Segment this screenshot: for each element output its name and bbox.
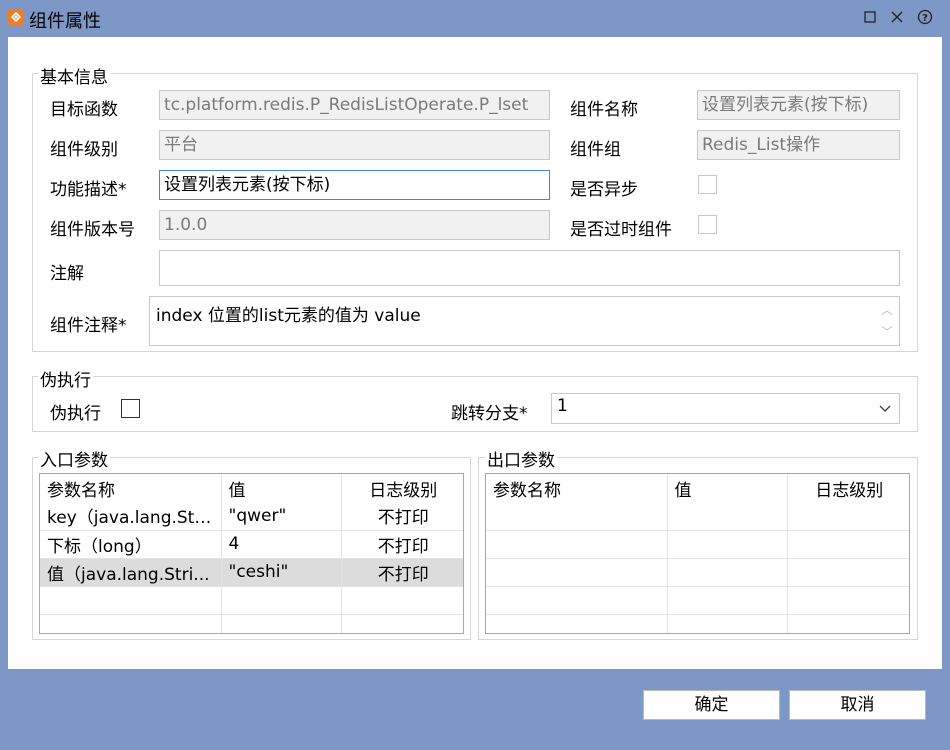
scroll-down-icon[interactable]: ﹀ xyxy=(881,323,893,340)
help-icon[interactable]: ? xyxy=(914,6,936,28)
ok-button[interactable]: 确定 xyxy=(643,690,780,720)
func-desc-label: 功能描述* xyxy=(50,180,127,200)
param-value-cell[interactable]: 4 xyxy=(221,530,342,559)
empty-row xyxy=(486,614,909,633)
empty-row xyxy=(486,586,909,615)
close-icon[interactable] xyxy=(886,6,908,28)
empty-row xyxy=(40,586,463,615)
empty-row xyxy=(40,614,463,633)
window-title: 组件属性 xyxy=(29,11,101,32)
basic-info-legend: 基本信息 xyxy=(38,63,110,88)
col-header-name[interactable]: 参数名称 xyxy=(486,474,668,502)
param-name-cell[interactable]: key（java.lang.Str... xyxy=(40,502,222,531)
is-deprecated-label: 是否过时组件 xyxy=(570,220,672,240)
comp-level-label: 组件级别 xyxy=(50,140,118,160)
comp-group-label: 组件组 xyxy=(570,140,621,160)
output-params-legend: 出口参数 xyxy=(485,446,557,471)
is-async-checkbox[interactable] xyxy=(698,175,717,194)
col-header-name[interactable]: 参数名称 xyxy=(40,474,222,502)
jump-branch-value: 1 xyxy=(557,396,568,416)
output-params-table: 参数名称 值 日志级别 xyxy=(485,473,910,634)
target-func-label: 目标函数 xyxy=(50,100,118,120)
empty-row xyxy=(486,558,909,587)
col-header-value[interactable]: 值 xyxy=(221,474,342,502)
version-label: 组件版本号 xyxy=(50,220,135,240)
table-row-selected[interactable]: 值（java.lang.Stri... "ceshi" 不打印 xyxy=(40,558,463,587)
table-row[interactable]: 下标（long） 4 不打印 xyxy=(40,530,463,559)
param-log-cell[interactable]: 不打印 xyxy=(341,530,463,559)
param-log-cell[interactable]: 不打印 xyxy=(341,502,463,531)
is-deprecated-checkbox[interactable] xyxy=(698,215,717,234)
title-bar xyxy=(0,0,950,37)
annotation-label: 注解 xyxy=(50,264,84,284)
col-header-log[interactable]: 日志级别 xyxy=(787,474,909,502)
param-log-cell[interactable]: 不打印 xyxy=(341,558,463,587)
comp-comment-text: index 位置的list元素的值为 value xyxy=(156,306,421,326)
param-value-cell[interactable]: "ceshi" xyxy=(221,558,342,587)
scroll-up-icon[interactable]: ︿ xyxy=(881,301,893,318)
empty-row xyxy=(486,502,909,531)
col-header-log[interactable]: 日志级别 xyxy=(341,474,463,502)
jump-branch-select[interactable]: 1 xyxy=(551,393,900,424)
param-name-cell[interactable]: 值（java.lang.Stri... xyxy=(40,558,222,587)
annotation-input[interactable] xyxy=(159,250,900,286)
pseudo-exec-checkbox[interactable] xyxy=(121,399,140,418)
chevron-down-icon[interactable] xyxy=(871,394,899,423)
comp-comment-label: 组件注释* xyxy=(50,316,127,336)
is-async-label: 是否异步 xyxy=(570,180,638,200)
svg-text:?: ? xyxy=(922,13,928,24)
input-params-table: 参数名称 值 日志级别 key（java.lang.Str... "qwer" … xyxy=(39,473,464,634)
param-name-cell[interactable]: 下标（long） xyxy=(40,530,222,559)
pseudo-exec-legend: 伪执行 xyxy=(38,366,93,391)
maximize-icon[interactable] xyxy=(859,6,881,28)
param-value-cell[interactable]: "qwer" xyxy=(221,502,342,531)
target-func-field: tc.platform.redis.P_RedisListOperate.P_l… xyxy=(159,90,550,120)
col-header-value[interactable]: 值 xyxy=(667,474,788,502)
comp-comment-textarea[interactable]: index 位置的list元素的值为 value ︿ ﹀ xyxy=(149,296,900,346)
empty-row xyxy=(486,530,909,559)
app-icon xyxy=(8,9,24,25)
jump-branch-label: 跳转分支* xyxy=(451,404,528,424)
comp-name-field: 设置列表元素(按下标) xyxy=(697,90,900,120)
comp-group-field: Redis_List操作 xyxy=(697,130,900,160)
version-field: 1.0.0 xyxy=(159,210,550,240)
comment-scrollbar[interactable]: ︿ ﹀ xyxy=(873,297,899,345)
func-desc-input[interactable]: 设置列表元素(按下标) xyxy=(159,170,550,200)
comp-level-field: 平台 xyxy=(159,130,550,160)
input-params-legend: 入口参数 xyxy=(38,446,110,471)
comp-name-label: 组件名称 xyxy=(570,100,638,120)
pseudo-exec-label: 伪执行 xyxy=(50,404,101,424)
cancel-button[interactable]: 取消 xyxy=(789,690,926,720)
table-row[interactable]: key（java.lang.Str... "qwer" 不打印 xyxy=(40,502,463,531)
